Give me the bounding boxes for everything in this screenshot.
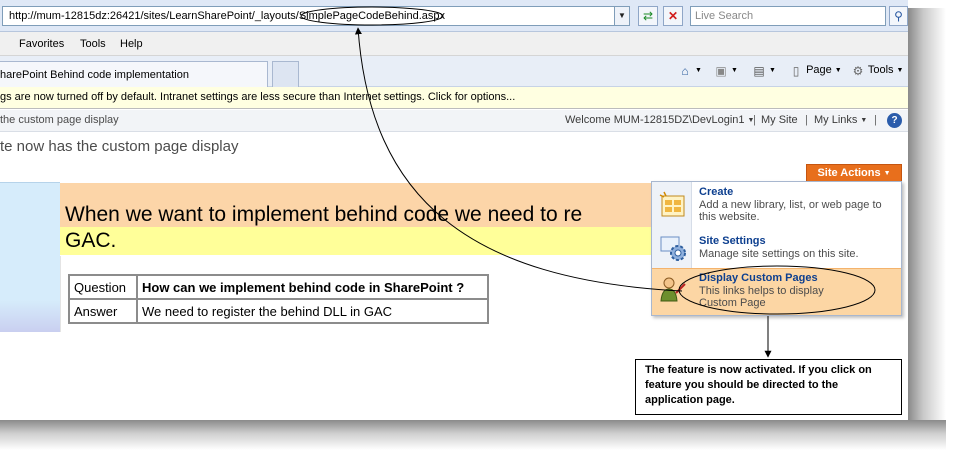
address-field[interactable]: http://mum-12815dz:26421/sites/LearnShar… [2, 6, 630, 26]
chevron-down-icon: ▼ [860, 117, 868, 124]
left-navigation-shade [0, 300, 60, 332]
display-custom-pages-title: Display Custom Pages [699, 272, 818, 284]
information-bar-text: gs are now turned off by default. Intran… [0, 91, 516, 103]
separator: | [874, 114, 877, 126]
annotation-callout: The feature is now activated. If you cli… [635, 359, 902, 415]
breadcrumb[interactable]: the custom page display [0, 114, 119, 126]
tab-active[interactable]: harePoint Behind code implementation [0, 61, 268, 87]
chevron-down-icon: ▼ [731, 67, 738, 74]
table-row: Answer We need to register the behind DL… [68, 298, 489, 324]
site-actions-label: Site Actions [817, 167, 881, 179]
search-input[interactable]: Live Search [690, 6, 886, 26]
menu-bar: Favorites Tools Help [0, 32, 908, 56]
search-placeholder: Live Search [695, 10, 754, 22]
question-value: How can we implement behind code in Shar… [136, 274, 489, 300]
display-custom-pages-description: This links helps to display Custom Page [699, 285, 824, 309]
chevron-down-icon: ▼ [695, 67, 702, 74]
site-settings-icon [660, 236, 686, 261]
tools-button[interactable]: ⚙ Tools ▼ [851, 64, 904, 78]
home-icon: ⌂ [681, 64, 689, 78]
new-tab-button[interactable] [272, 61, 299, 87]
information-bar[interactable]: gs are now turned off by default. Intran… [0, 87, 908, 109]
question-label: Question [68, 274, 138, 300]
welcome-menu[interactable]: Welcome MUM-12815DZ\DevLogin1 ▼ [565, 114, 754, 126]
separator: | [753, 114, 756, 126]
content-heading-continued: GAC. [65, 229, 117, 252]
menu-tools[interactable]: Tools [80, 38, 106, 50]
content-heading: When we want to implement behind code we… [65, 203, 583, 226]
chevron-down-icon: ▼ [896, 67, 904, 74]
chevron-down-icon: ▼ [883, 170, 891, 177]
create-title: Create [699, 186, 734, 198]
chevron-down-icon[interactable]: ▼ [614, 6, 630, 26]
table-row: Question How can we implement behind cod… [68, 274, 489, 300]
my-links-menu[interactable]: My Links ▼ [814, 114, 867, 126]
create-icon [659, 191, 685, 217]
my-links-label: My Links [814, 114, 858, 126]
answer-value: We need to register the behind DLL in GA… [136, 298, 489, 324]
screenshot: http://mum-12815dz:26421/sites/LearnShar… [0, 0, 908, 420]
tools-label: Tools [867, 64, 894, 76]
menu-item-site-settings[interactable]: Site Settings Manage site settings on th… [652, 228, 901, 268]
my-site-link[interactable]: My Site [761, 114, 798, 126]
menu-favorites[interactable]: Favorites [19, 38, 64, 50]
site-actions-menu: Create Add a new library, list, or web p… [651, 181, 902, 316]
menu-item-create[interactable]: Create Add a new library, list, or web p… [652, 182, 901, 228]
qa-table: Question How can we implement behind cod… [68, 274, 489, 324]
tab-bar: harePoint Behind code implementation ⌂ ▼ … [0, 56, 908, 87]
menu-item-display-custom-pages[interactable]: Display Custom Pages This links helps to… [652, 268, 901, 315]
print-icon: ▤ [753, 64, 765, 78]
create-description: Add a new library, list, or web page to … [699, 199, 882, 223]
stop-icon[interactable]: ✕ [663, 6, 683, 26]
chevron-down-icon: ▼ [834, 67, 842, 74]
separator: | [805, 114, 808, 126]
custom-pages-icon [660, 277, 686, 302]
address-text: http://mum-12815dz:26421/sites/LearnShar… [9, 10, 445, 22]
site-settings-title: Site Settings [699, 235, 766, 247]
refresh-icon[interactable]: ⇄ [638, 6, 658, 26]
page-button[interactable]: ▯ Page ▼ [789, 64, 842, 78]
sharepoint-top-bar: the custom page display Welcome MUM-1281… [0, 110, 908, 132]
page-icon: ▯ [792, 64, 800, 78]
page-label: Page [806, 64, 832, 76]
site-actions-button[interactable]: Site Actions ▼ [806, 164, 902, 182]
address-bar-row: http://mum-12815dz:26421/sites/LearnShar… [0, 0, 908, 32]
gear-icon: ⚙ [852, 64, 864, 78]
print-button[interactable]: ▤ ▼ [752, 64, 776, 78]
tab-active-label: harePoint Behind code implementation [0, 69, 189, 81]
home-button[interactable]: ⌂ ▼ [678, 64, 702, 78]
answer-label: Answer [68, 298, 138, 324]
help-icon[interactable]: ? [887, 113, 902, 128]
feeds-icon: ▣ [715, 64, 727, 78]
search-icon[interactable]: ⚲ [889, 6, 908, 26]
menu-help[interactable]: Help [120, 38, 143, 50]
welcome-label: Welcome MUM-12815DZ\DevLogin1 [565, 114, 745, 126]
heading-band-lower [60, 227, 660, 255]
chevron-down-icon: ▼ [769, 67, 776, 74]
frame-shadow-bottom [0, 420, 946, 450]
frame-shadow-right [908, 8, 946, 448]
site-title: te now has the custom page display [0, 138, 239, 155]
feeds-button[interactable]: ▣ ▼ [714, 64, 738, 78]
site-settings-description: Manage site settings on this site. [699, 248, 859, 260]
